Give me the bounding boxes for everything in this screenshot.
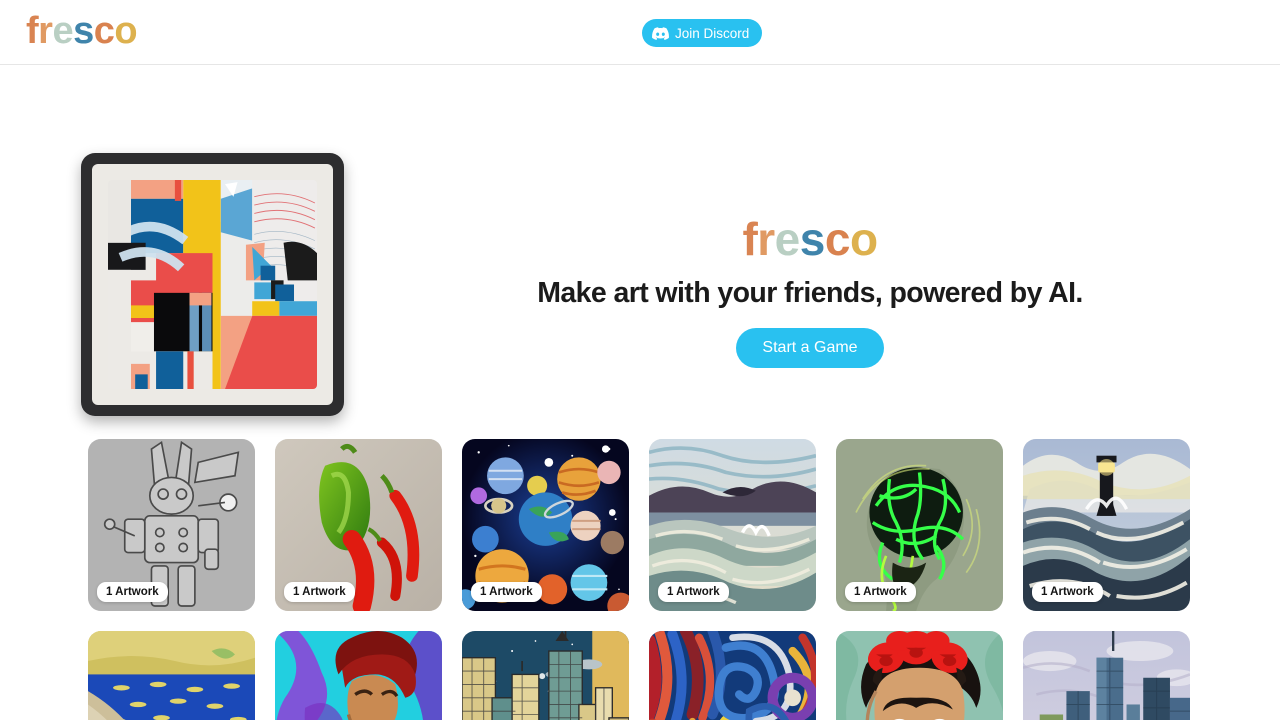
room-thumbnail-guitarist	[275, 631, 442, 720]
all-rooms-section: All Rooms 1 Artwork1 Artwork1 Artwork1 A…	[0, 377, 1280, 720]
start-a-game-button[interactable]: Start a Game	[736, 328, 884, 369]
artwork-count-badge: 1 Artwork	[97, 582, 168, 602]
room-thumbnail-skyline-night	[462, 631, 629, 720]
logo-letter-2: e	[52, 10, 74, 52]
logo-letter-2: e	[774, 213, 801, 265]
hero-text-block: fresco Make art with your friends, power…	[400, 213, 1220, 369]
room-thumbnail-beach-dune	[88, 631, 255, 720]
logo-letter-5: o	[849, 213, 878, 265]
site-logo[interactable]: fresco	[26, 10, 138, 52]
featured-artwork-image	[108, 180, 317, 389]
logo-letter-5: o	[114, 10, 138, 52]
room-card[interactable]: 1 Artwork	[462, 439, 629, 611]
room-card[interactable]: 1 Artwork	[1023, 439, 1190, 611]
logo-letter-1: r	[38, 10, 53, 52]
site-header: fresco Join Discord	[0, 0, 1280, 65]
room-card[interactable]: 1 Artwork	[88, 631, 255, 720]
join-discord-label: Join Discord	[675, 25, 750, 41]
logo-letter-3: s	[799, 213, 826, 265]
rooms-grid: 1 Artwork 1 Artwork 1 Artwork 1 Artwork 1 Ar…	[88, 439, 1192, 720]
room-card[interactable]: 1 Artwork	[649, 439, 816, 611]
room-card[interactable]: 1 Artwork	[649, 631, 816, 720]
artwork-mat	[92, 164, 333, 405]
room-card[interactable]: 1 Artwork	[88, 439, 255, 611]
logo-letter-0: f	[26, 10, 39, 52]
logo-letter-4: c	[824, 213, 851, 265]
room-card[interactable]: 1 Artwork	[462, 631, 629, 720]
join-discord-button[interactable]: Join Discord	[642, 19, 763, 47]
room-card[interactable]: 1 Artwork	[836, 631, 1003, 720]
room-card[interactable]: 1 Artwork	[836, 439, 1003, 611]
artwork-count-badge: 1 Artwork	[1032, 582, 1103, 602]
room-card[interactable]: 1 Artwork	[275, 631, 442, 720]
room-thumbnail-frida-portrait	[836, 631, 1003, 720]
room-card[interactable]: 1 Artwork	[275, 439, 442, 611]
hero-section: fresco Make art with your friends, power…	[0, 65, 1280, 416]
logo-letter-4: c	[93, 10, 115, 52]
artwork-count-badge: 1 Artwork	[658, 582, 729, 602]
room-card[interactable]: 1 Artwork	[1023, 631, 1190, 720]
logo-letter-1: r	[757, 213, 775, 265]
artwork-count-badge: 1 Artwork	[284, 582, 355, 602]
room-thumbnail-city-painting	[1023, 631, 1190, 720]
featured-artwork-frame	[81, 153, 344, 416]
artwork-count-badge: 1 Artwork	[471, 582, 542, 602]
hero-tagline: Make art with your friends, powered by A…	[537, 277, 1083, 310]
logo-letter-3: s	[73, 10, 94, 52]
logo-letter-0: f	[742, 213, 758, 265]
discord-icon	[652, 26, 669, 40]
artwork-count-badge: 1 Artwork	[845, 582, 916, 602]
room-thumbnail-swirl-abstract	[649, 631, 816, 720]
hero-logo: fresco	[400, 213, 1220, 265]
